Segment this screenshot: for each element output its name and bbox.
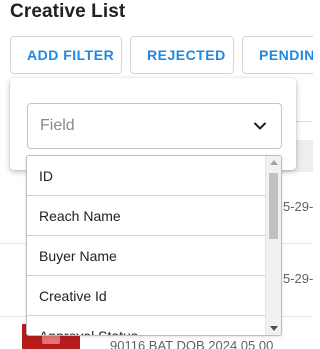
table-row-divider bbox=[0, 243, 26, 244]
table-cell-date: 5-29- bbox=[283, 271, 313, 286]
option-id[interactable]: ID bbox=[27, 156, 266, 196]
option-reach-name[interactable]: Reach Name bbox=[27, 196, 266, 236]
page-title: Creative List bbox=[10, 1, 126, 22]
pending-filter-button[interactable]: PENDING bbox=[242, 36, 313, 74]
table-row-text: 90116 BAT DOB 2024 05 00 bbox=[110, 338, 274, 349]
scroll-up-arrow-icon[interactable] bbox=[270, 160, 278, 165]
table-header-divider bbox=[296, 86, 313, 122]
table-row-divider bbox=[0, 316, 26, 317]
scroll-down-arrow-icon[interactable] bbox=[270, 326, 278, 331]
field-select[interactable]: Field bbox=[27, 103, 282, 149]
creative-list-page: Creative List ADD FILTER REJECTED PENDIN… bbox=[0, 0, 313, 349]
chevron-down-icon bbox=[254, 122, 266, 130]
table-row-divider bbox=[282, 243, 313, 244]
scrollbar-thumb[interactable] bbox=[269, 173, 278, 239]
table-cell-date: 5-29- bbox=[283, 199, 313, 214]
options-scrollbar[interactable] bbox=[265, 156, 281, 335]
rejected-filter-button[interactable]: REJECTED bbox=[130, 36, 234, 74]
add-filter-button[interactable]: ADD FILTER bbox=[10, 36, 122, 74]
option-creative-id[interactable]: Creative Id bbox=[27, 276, 266, 316]
field-select-placeholder: Field bbox=[40, 117, 75, 134]
field-options-list[interactable]: ID Reach Name Buyer Name Creative Id App… bbox=[26, 155, 282, 336]
option-approval-status[interactable]: Approval Status bbox=[27, 316, 266, 335]
option-buyer-name[interactable]: Buyer Name bbox=[27, 236, 266, 276]
table-row-divider bbox=[282, 316, 313, 317]
